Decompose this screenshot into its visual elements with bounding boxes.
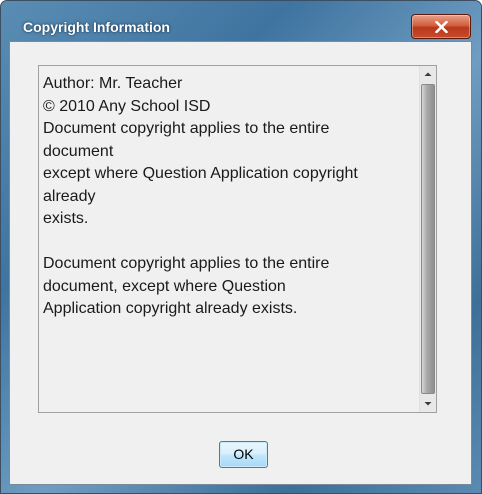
text-line: document, except where Question xyxy=(43,277,286,295)
copyright-text-area[interactable]: Author: Mr. Teacher © 2010 Any School IS… xyxy=(38,65,437,413)
text-line: already xyxy=(43,187,96,205)
dialog-title: Copyright Information xyxy=(23,19,170,35)
text-line xyxy=(43,231,413,254)
dialog-body: Author: Mr. Teacher © 2010 Any School IS… xyxy=(9,41,472,485)
scroll-down-arrow-icon xyxy=(424,402,432,406)
close-x-icon xyxy=(435,21,448,33)
text-line: except where Question Application copyri… xyxy=(43,165,358,182)
text-line: Author: Mr. Teacher xyxy=(43,75,183,92)
copyright-text: Author: Mr. Teacher © 2010 Any School IS… xyxy=(43,73,413,321)
scroll-up-arrow-icon xyxy=(424,72,432,76)
scroll-thumb[interactable] xyxy=(421,84,435,394)
copyright-dialog: Copyright Information Author: Mr. Teache… xyxy=(0,0,482,494)
close-button[interactable] xyxy=(411,14,471,39)
text-line: Document copyright applies to the entire xyxy=(43,255,330,272)
scroll-down-button[interactable] xyxy=(420,395,436,412)
text-line: Application copyright already exists. xyxy=(43,300,298,317)
text-line: © 2010 Any School ISD xyxy=(43,97,211,115)
scroll-up-button[interactable] xyxy=(420,66,436,83)
title-bar[interactable]: Copyright Information xyxy=(1,1,481,39)
vertical-scrollbar[interactable] xyxy=(419,66,436,412)
ok-button[interactable]: OK xyxy=(219,441,268,468)
text-line: Document copyright applies to the entire xyxy=(43,120,330,137)
text-line: document xyxy=(43,142,114,160)
text-line: exists. xyxy=(43,210,89,227)
